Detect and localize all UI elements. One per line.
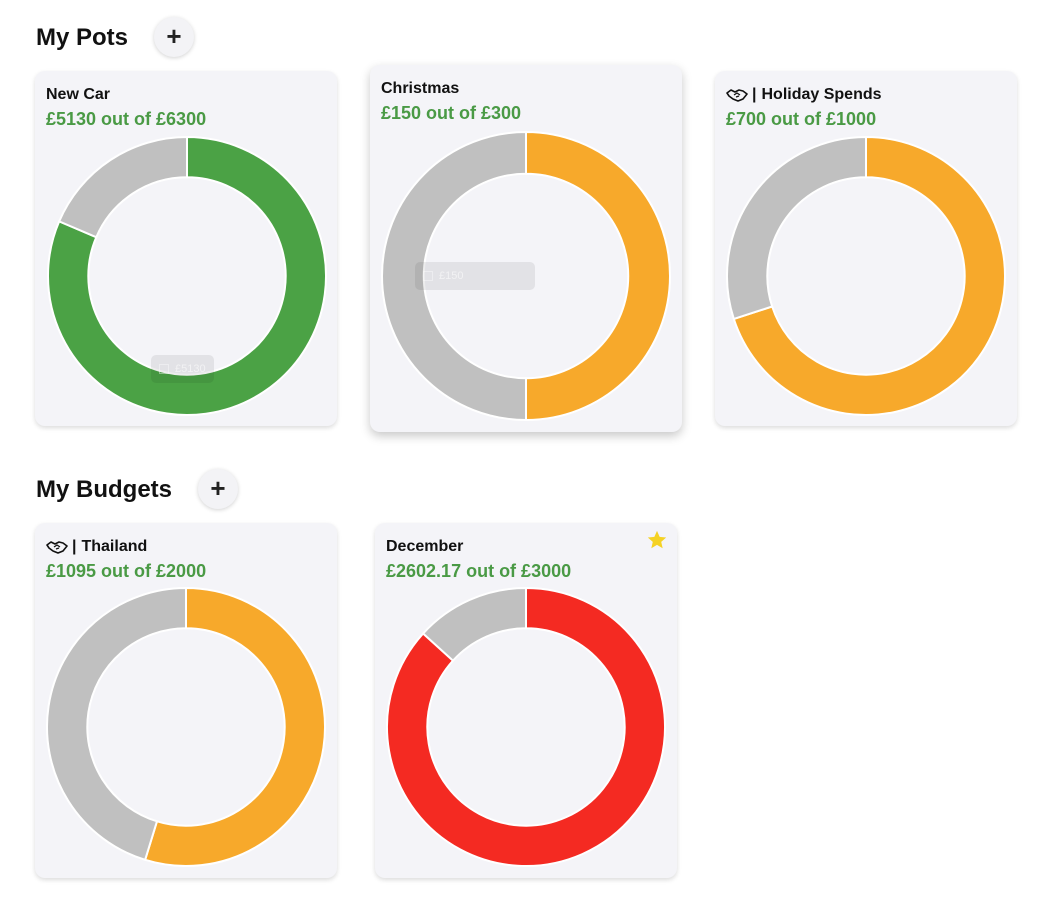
pot-card-holiday-spends[interactable]: | Holiday Spends £700 out of £1000 xyxy=(715,71,1017,426)
tooltip-swatch xyxy=(159,364,169,374)
pot-card-christmas[interactable]: Christmas £150 out of £300 £150 xyxy=(370,65,682,432)
pot-name: Christmas xyxy=(381,80,459,98)
pot-name-text: Christmas xyxy=(381,80,460,97)
pot-name: New Car xyxy=(46,86,110,104)
plus-icon: + xyxy=(166,21,182,51)
donut-remaining-segment[interactable] xyxy=(57,136,188,239)
donut-remaining-segment[interactable] xyxy=(46,587,187,862)
budget-amount: £2602.17 out of £3000 xyxy=(386,561,572,581)
chart-tooltip: £5130 xyxy=(151,355,214,383)
handshake-icon xyxy=(726,89,748,102)
pot-name-text: Holiday Spends xyxy=(761,86,882,103)
pot-card-new-car[interactable]: New Car £5130 out of £6300 £5130 xyxy=(35,71,337,426)
pots-section-header: My Pots xyxy=(36,24,128,52)
plus-icon: + xyxy=(210,473,226,503)
shared-separator: | xyxy=(72,538,77,555)
budget-name: December xyxy=(386,538,463,556)
tooltip-text: £150 xyxy=(439,270,464,282)
budget-name: | Thailand xyxy=(46,538,147,556)
budget-name-text: Thailand xyxy=(81,538,148,555)
pot-amount: £700 out of £1000 xyxy=(726,109,877,129)
chart-tooltip: £150 xyxy=(415,262,535,290)
budget-card-thailand[interactable]: | Thailand £1095 out of £2000 xyxy=(35,523,337,878)
pot-progress-donut xyxy=(726,136,1006,416)
budget-progress-donut xyxy=(386,587,666,867)
pot-amount: £5130 out of £6300 xyxy=(46,109,207,129)
add-pot-button[interactable]: + xyxy=(154,17,194,57)
budget-amount: £1095 out of £2000 xyxy=(46,561,207,581)
donut-progress-segment[interactable] xyxy=(525,131,671,421)
tooltip-swatch xyxy=(423,271,433,281)
donut-remaining-segment[interactable] xyxy=(726,136,867,321)
budget-name-text: December xyxy=(386,538,464,555)
star-icon[interactable] xyxy=(646,529,668,551)
pot-name: | Holiday Spends xyxy=(726,86,882,104)
handshake-icon xyxy=(46,541,68,554)
budget-card-december[interactable]: December £2602.17 out of £3000 xyxy=(375,523,677,878)
add-budget-button[interactable]: + xyxy=(198,469,238,509)
pot-amount: £150 out of £300 xyxy=(381,103,522,123)
pot-name-text: New Car xyxy=(46,86,111,103)
budgets-section-header: My Budgets xyxy=(36,476,172,504)
shared-separator: | xyxy=(752,86,757,103)
pots-section-title: My Pots xyxy=(36,24,129,51)
budgets-section-title: My Budgets xyxy=(36,476,173,503)
budget-progress-donut xyxy=(46,587,326,867)
tooltip-text: £5130 xyxy=(175,363,206,375)
